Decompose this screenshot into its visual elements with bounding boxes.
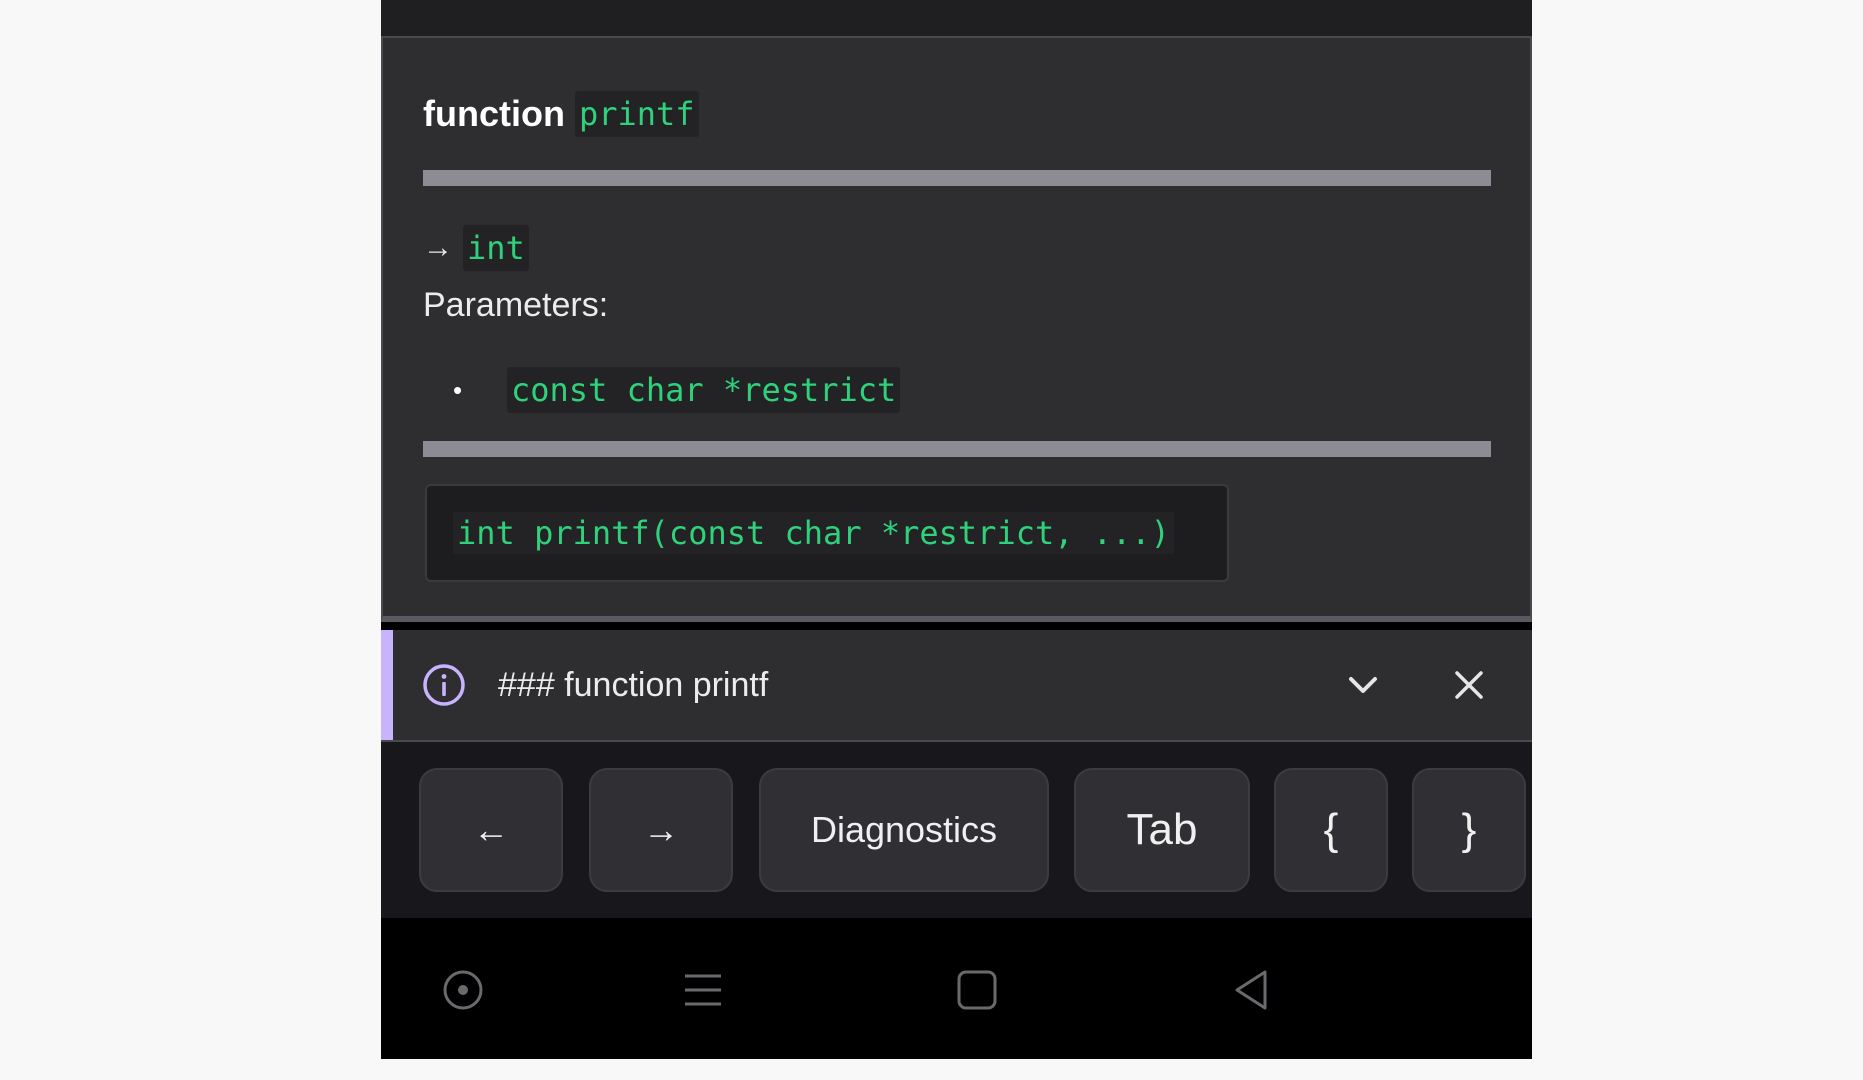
bullet: • — [453, 374, 463, 405]
return-arrow: → — [423, 231, 453, 264]
return-type: int — [463, 225, 529, 271]
divider-rule — [423, 170, 1491, 186]
parameter-code: const char *restrict — [507, 367, 901, 413]
recents-icon[interactable] — [681, 968, 725, 1012]
hover-function-name: printf — [574, 91, 699, 137]
info-accent-stripe — [381, 630, 393, 740]
right-brace-key[interactable]: } — [1412, 768, 1526, 892]
hover-documentation-panel: function printf → int Parameters: • cons… — [381, 36, 1532, 622]
return-type-row: → int — [423, 224, 529, 272]
parameters-label: Parameters: — [423, 286, 609, 324]
left-arrow-key[interactable]: ← — [419, 768, 563, 892]
close-icon[interactable] — [1449, 665, 1489, 705]
signature-code-block: int printf(const char *restrict, ...) — [425, 484, 1229, 582]
assistant-icon[interactable] — [441, 968, 485, 1012]
parameter-item: • const char *restrict — [453, 366, 901, 414]
divider-rule — [423, 441, 1491, 457]
extra-keys-bar: ← → Diagnostics Tab { } — [381, 742, 1532, 918]
chevron-down-icon[interactable] — [1343, 665, 1383, 705]
info-bar: ### function printf — [381, 630, 1532, 742]
left-brace-key[interactable]: { — [1274, 768, 1388, 892]
hover-keyword: function — [423, 93, 565, 134]
info-icon — [423, 664, 465, 706]
device-screen: function printf → int Parameters: • cons… — [381, 0, 1532, 1059]
back-icon[interactable] — [1229, 968, 1273, 1012]
tab-key[interactable]: Tab — [1074, 768, 1250, 892]
diagnostics-key[interactable]: Diagnostics — [759, 768, 1049, 892]
top-strip — [381, 0, 1532, 36]
hover-title: function printf — [423, 90, 699, 138]
info-message: ### function printf — [498, 666, 769, 704]
right-arrow-key[interactable]: → — [589, 768, 733, 892]
signature-code: int printf(const char *restrict, ...) — [453, 512, 1174, 554]
home-icon[interactable] — [955, 968, 999, 1012]
system-navigation-bar — [381, 918, 1532, 1059]
